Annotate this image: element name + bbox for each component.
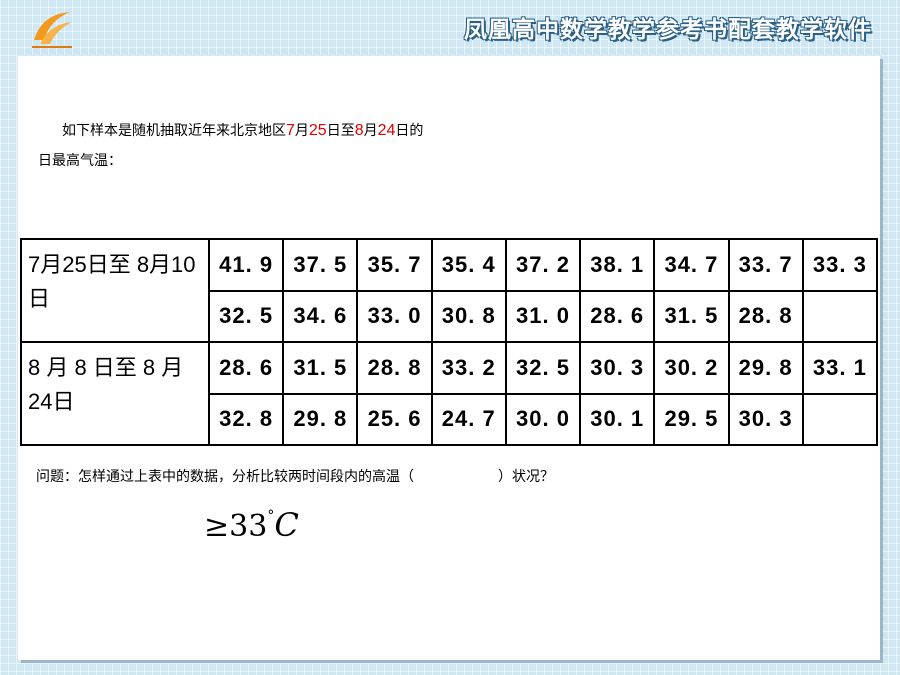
table-cell: 33. 7 <box>727 238 804 292</box>
table-cell: 33. 2 <box>430 341 507 395</box>
table-cell: 30. 1 <box>579 392 656 446</box>
table-cell: 33. 3 <box>801 238 879 292</box>
table-row: 8 月 8 日至 8 月 24日 28. 6 31. 5 28. 8 33. 2… <box>20 341 879 446</box>
date-number: 8 <box>354 122 364 139</box>
logo-icon <box>28 6 76 50</box>
table-cell: 25. 6 <box>356 392 433 446</box>
table-cell: 32. 5 <box>207 289 285 343</box>
table-cell <box>801 289 879 343</box>
table-cell: 35. 4 <box>430 238 507 292</box>
group-label: 8 月 8 日至 8 月 24日 <box>20 341 210 446</box>
table-cell: 32. 8 <box>207 392 285 446</box>
threshold-formula: ≥33°C <box>204 506 299 544</box>
table-cell: 24. 7 <box>430 392 507 446</box>
table-cell: 31. 5 <box>282 341 359 395</box>
table-cell: 30. 2 <box>653 341 730 395</box>
banner-title: 凤凰高中数学教学参考书配套教学软件 <box>464 17 872 43</box>
date-number: 7 <box>286 122 295 139</box>
temperature-table: 7月25日至 8月10日 41. 9 37. 5 35. 7 35. 4 37.… <box>20 238 879 446</box>
table-cell: 29. 5 <box>653 392 730 446</box>
table-cell: 30. 0 <box>504 392 582 446</box>
intro-text: 如下样本是随机抽取近年来北京地区7月25日至8月24日的 日最高气温： <box>38 122 424 169</box>
table-cell: 30. 3 <box>727 392 804 446</box>
table-cell: 33. 1 <box>801 341 879 395</box>
table-cell: 33. 0 <box>356 289 433 343</box>
table-cell: 28. 8 <box>727 289 804 343</box>
question-text: 问题：怎样通过上表中的数据，分析比较两时间段内的高温（ ）状况？ <box>36 469 554 485</box>
group-label: 7月25日至 8月10日 <box>20 238 210 343</box>
table-cell: 41. 9 <box>207 238 285 292</box>
table-cell: 30. 3 <box>579 341 656 395</box>
table-row: 7月25日至 8月10日 41. 9 37. 5 35. 7 35. 4 37.… <box>20 238 879 343</box>
table-cell: 37. 5 <box>282 238 359 292</box>
table-cell: 28. 6 <box>579 289 656 343</box>
date-number: 24 <box>377 122 396 139</box>
table-cell: 31. 5 <box>653 289 730 343</box>
table-cell: 29. 8 <box>282 392 359 446</box>
table-cell: 35. 7 <box>356 238 433 292</box>
table-cell: 34. 7 <box>653 238 730 292</box>
table-cell: 34. 6 <box>282 289 359 343</box>
table-cell: 28. 8 <box>356 341 433 395</box>
table-cell: 28. 6 <box>207 341 285 395</box>
table-cell: 30. 8 <box>430 289 507 343</box>
table-cell: 37. 2 <box>504 238 582 292</box>
table-cell <box>801 392 879 446</box>
table-cell: 29. 8 <box>727 341 804 395</box>
table-cell: 31. 0 <box>504 289 582 343</box>
table-cell: 38. 1 <box>579 238 656 292</box>
date-number: 25 <box>308 122 327 139</box>
table-cell: 32. 5 <box>504 341 582 395</box>
